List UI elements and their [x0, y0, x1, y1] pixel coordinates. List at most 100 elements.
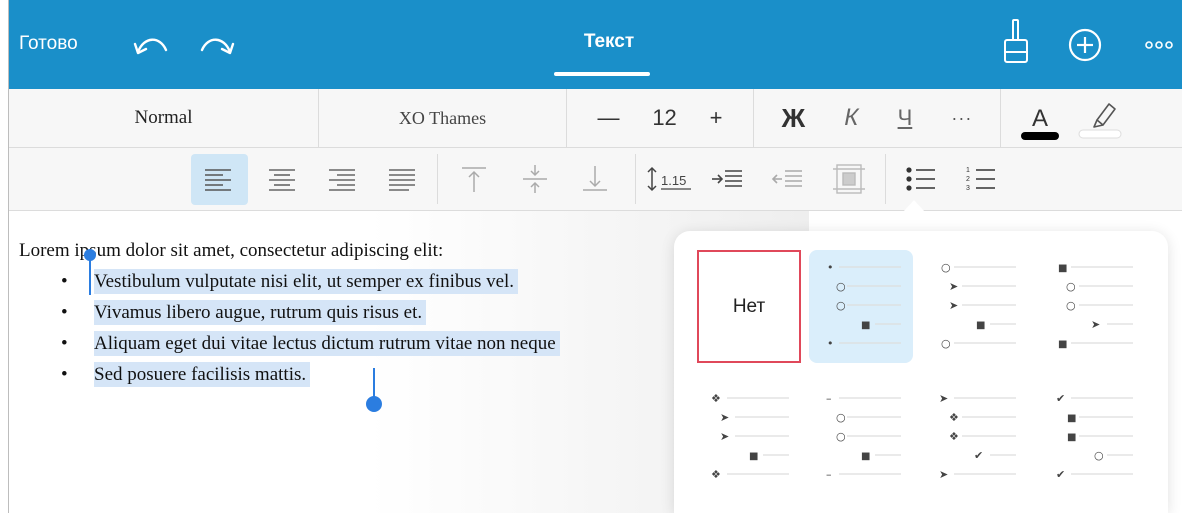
font-size-control: — 12 + — [567, 89, 754, 147]
bullet-mark: ➤ — [1091, 318, 1100, 331]
bullet-mark: ➤ — [720, 430, 729, 443]
bullet-mark: ○ — [1094, 449, 1104, 462]
bullet-option-arrow-diamond-check[interactable]: ➤ ❖ ❖ ✔ ➤ — [924, 381, 1028, 494]
list-item-text[interactable]: Aliquam eget dui vitae lectus dictum rut… — [94, 331, 560, 356]
popover-caret — [903, 200, 925, 212]
style-picker[interactable]: Normal — [9, 89, 319, 147]
indent-decrease-icon[interactable] — [769, 162, 805, 196]
selection-handle-end[interactable] — [366, 366, 382, 414]
valign-bottom-icon[interactable] — [577, 162, 613, 196]
font-color-letter: A — [1032, 105, 1048, 132]
bullet-mark: • — [827, 337, 834, 350]
tab-text[interactable]: Текст — [549, 31, 669, 53]
bullet-mark: ➤ — [949, 299, 958, 312]
bullet-mark: ❖ — [711, 468, 721, 481]
done-button[interactable]: Готово — [19, 33, 78, 55]
bullet-option-none[interactable]: Нет — [697, 250, 801, 363]
bullet-mark: ■ — [861, 320, 870, 331]
bullet-mark: ○ — [836, 411, 846, 424]
bullet-mark: ■ — [861, 451, 870, 462]
separator — [635, 154, 636, 204]
top-bar: Готово Текст — [9, 0, 1182, 89]
add-icon[interactable] — [1068, 28, 1102, 62]
list-item-text[interactable]: Sed posuere facilisis mattis. — [94, 362, 311, 387]
bullet-mark: ■ — [1058, 339, 1067, 350]
bullet-mark: ■ — [749, 451, 758, 462]
bullet-option-diamond-arrow[interactable]: ❖ ➤ ➤ ■ ❖ — [697, 381, 801, 494]
more-icon[interactable] — [1144, 38, 1174, 52]
bullet-option-circle-arrow[interactable]: ○ ➤ ➤ ■ ○ — [924, 250, 1028, 363]
highlight-color-button[interactable] — [1075, 96, 1125, 142]
bullet-mark: – — [826, 468, 832, 481]
bullet-mark: ○ — [1066, 299, 1076, 312]
intro-paragraph[interactable]: Lorem ipsum dolor sit amet, consectetur … — [19, 235, 560, 266]
separator — [437, 154, 438, 204]
bullet-mark: ✔ — [1056, 468, 1065, 481]
svg-text:1: 1 — [966, 167, 970, 174]
format-brush-icon[interactable] — [1002, 18, 1030, 66]
bullet-mark: ■ — [976, 320, 985, 331]
bullet-marker: • — [61, 333, 68, 354]
align-center-icon[interactable] — [264, 162, 300, 196]
italic-button[interactable]: К — [844, 104, 858, 132]
bullet-mark: ❖ — [711, 392, 721, 405]
bullet-mark: ✔ — [974, 449, 983, 462]
bullet-mark: ❖ — [949, 430, 959, 443]
bullet-option-square-circle-arrow[interactable]: ■ ○ ○ ➤ ■ — [1041, 250, 1145, 363]
list-item-text[interactable]: Vivamus libero augue, rutrum quis risus … — [94, 300, 427, 325]
bullet-mark: ■ — [1058, 263, 1067, 274]
list-item[interactable]: • Vestibulum vulputate nisi elit, ut semp… — [19, 266, 560, 297]
bullet-mark: ○ — [836, 280, 846, 293]
valign-top-icon[interactable] — [456, 162, 492, 196]
bullet-mark: ➤ — [949, 280, 958, 293]
format-buttons: Ж К Ч ··· — [754, 89, 1001, 147]
bullet-style-popover: Нет • ○ ○ ■ • ○ ➤ ➤ ■ ○ ■ ○ ○ ➤ ■ ❖ ➤ ➤ … — [674, 231, 1168, 513]
bullet-mark: ○ — [941, 261, 951, 274]
justify-icon[interactable] — [384, 162, 420, 196]
bullet-mark: ■ — [1067, 413, 1076, 424]
bullet-mark: ✔ — [1056, 392, 1065, 405]
cell-margins-icon[interactable] — [831, 162, 867, 196]
redo-icon[interactable] — [198, 32, 236, 58]
bullet-option-dash-circle[interactable]: – ○ ○ ■ – — [809, 381, 913, 494]
list-item[interactable]: • Sed posuere facilisis mattis. — [19, 359, 560, 390]
bullet-mark: ➤ — [720, 411, 729, 424]
bullet-marker: • — [61, 364, 68, 385]
bullet-mark: • — [827, 261, 834, 274]
document-text[interactable]: Lorem ipsum dolor sit amet, consectetur … — [19, 235, 560, 390]
svg-text:3: 3 — [966, 185, 970, 192]
svg-text:2: 2 — [966, 176, 970, 183]
increase-size-button[interactable]: + — [710, 105, 723, 131]
bullet-option-check-square[interactable]: ✔ ■ ■ ○ ✔ — [1041, 381, 1145, 494]
list-item[interactable]: • Vivamus libero augue, rutrum quis risus… — [19, 297, 560, 328]
tab-indicator — [554, 72, 650, 76]
more-format-button[interactable]: ··· — [951, 108, 972, 129]
underline-button[interactable]: Ч — [898, 105, 913, 131]
font-picker[interactable]: XO Thames — [319, 89, 567, 147]
line-spacing-value: 1.15 — [661, 173, 686, 188]
bold-button[interactable]: Ж — [782, 103, 806, 134]
indent-increase-icon[interactable] — [709, 162, 745, 196]
align-right-icon[interactable] — [324, 162, 360, 196]
list-item[interactable]: • Aliquam eget dui vitae lectus dictum ru… — [19, 328, 560, 359]
text-toolbar: Normal XO Thames — 12 + Ж К Ч ··· — [9, 89, 1182, 148]
list-item-text[interactable]: Vestibulum vulputate nisi elit, ut sempe… — [94, 269, 519, 294]
selection-handle-start[interactable] — [84, 247, 96, 297]
numbered-list-icon[interactable]: 1 2 3 — [963, 162, 999, 196]
bullet-mark: ❖ — [949, 411, 959, 424]
bullet-marker: • — [61, 271, 68, 292]
bullet-mark: ○ — [1066, 280, 1076, 293]
font-color-button[interactable]: A — [1017, 98, 1063, 144]
bullet-option-dot-circle-square[interactable]: • ○ ○ ■ • — [809, 250, 913, 363]
undo-icon[interactable] — [132, 32, 170, 58]
align-left-icon[interactable] — [201, 162, 237, 196]
bullet-mark: ○ — [836, 299, 846, 312]
bullet-mark: – — [826, 392, 832, 405]
app-window: Готово Текст Normal XO Thames — 12 + Ж К… — [0, 0, 1182, 513]
line-spacing-icon[interactable]: 1.15 — [645, 162, 697, 196]
decrease-size-button[interactable]: — — [597, 105, 619, 131]
bullet-mark: ➤ — [939, 392, 948, 405]
bulleted-list-icon[interactable] — [903, 162, 939, 196]
valign-middle-icon[interactable] — [517, 162, 553, 196]
paragraph-toolbar: 1.15 1 2 3 — [9, 148, 1182, 211]
